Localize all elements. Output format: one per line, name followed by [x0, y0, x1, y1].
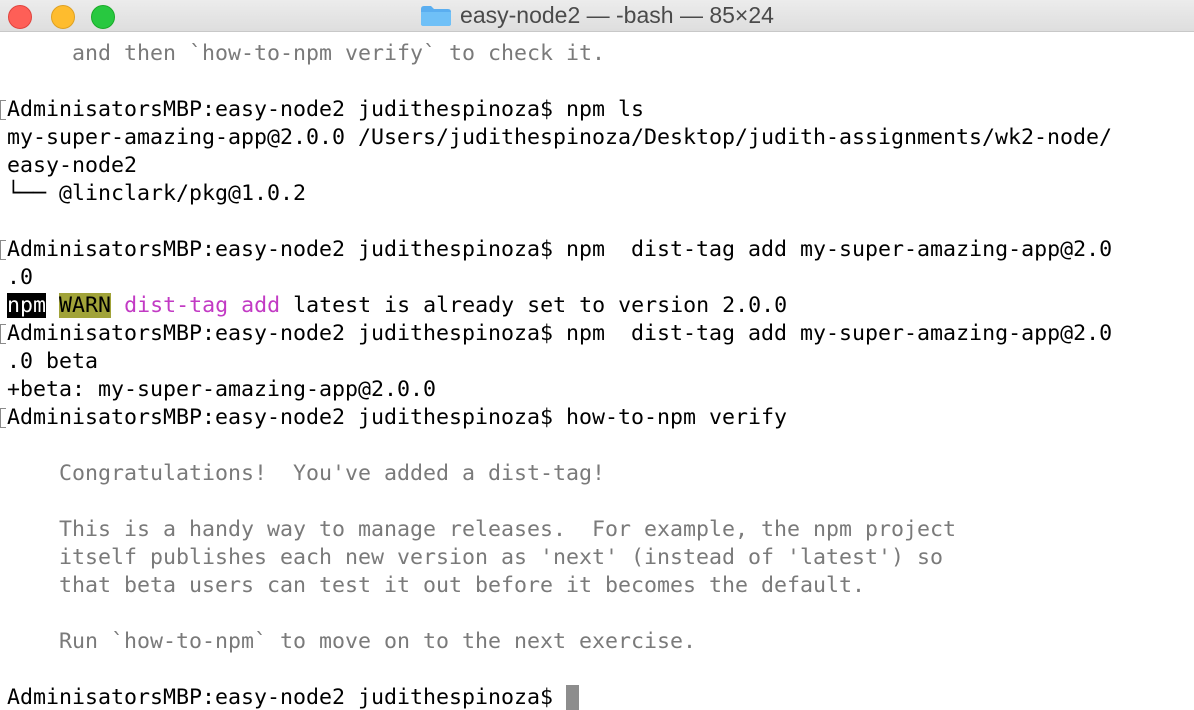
beta-output: +beta: my-super-amazing-app@2.0.0 — [7, 377, 437, 402]
output-line: .0 — [0, 264, 1194, 292]
command-line: AdminisatorsMBP:easy-node2 judithespinoz… — [0, 404, 1194, 432]
command-text: npm dist-tag add my-super-amazing-app@2.… — [566, 321, 1113, 346]
paragraph-text: that beta users can test it out before i… — [7, 573, 866, 598]
output-line: that beta users can test it out before i… — [0, 572, 1194, 600]
output-line: .0 beta — [0, 348, 1194, 376]
minimize-button[interactable] — [51, 5, 75, 29]
prompt: AdminisatorsMBP:easy-node2 judithespinoz… — [7, 97, 554, 122]
prompt-mark — [0, 240, 6, 260]
output-line: +beta: my-super-amazing-app@2.0.0 — [0, 376, 1194, 404]
congrats-text: Congratulations! You've added a dist-tag… — [7, 461, 606, 486]
maximize-button[interactable] — [91, 5, 115, 29]
command-text: npm ls — [566, 97, 645, 122]
warn-message: latest is already set to version 2.0.0 — [293, 293, 788, 318]
command-line: AdminisatorsMBP:easy-node2 judithespinoz… — [0, 320, 1194, 348]
command-wrap: .0 beta — [7, 349, 99, 374]
output-line: └── @linclark/pkg@1.0.2 — [0, 180, 1194, 208]
command-text: npm dist-tag add my-super-amazing-app@2.… — [566, 237, 1113, 262]
window-title-group: easy-node2 — -bash — 85×24 — [420, 2, 774, 29]
prompt: AdminisatorsMBP:easy-node2 judithespinoz… — [7, 405, 554, 430]
next-exercise-text: Run `how-to-npm` to move on to the next … — [7, 629, 697, 654]
paragraph-text: This is a handy way to manage releases. … — [7, 517, 957, 542]
terminal-window: easy-node2 — -bash — 85×24 and then `how… — [0, 0, 1194, 710]
prompt-mark — [0, 100, 6, 120]
output-line: itself publishes each new version as 'ne… — [0, 544, 1194, 572]
command-wrap: .0 — [7, 265, 34, 290]
prompt: AdminisatorsMBP:easy-node2 judithespinoz… — [7, 685, 554, 710]
text-cursor[interactable] — [566, 685, 580, 710]
prompt: AdminisatorsMBP:easy-node2 judithespinoz… — [7, 321, 554, 346]
prompt-mark — [0, 324, 6, 344]
npm-badge: npm — [7, 293, 47, 318]
prompt: AdminisatorsMBP:easy-node2 judithespinoz… — [7, 237, 554, 262]
intro-text: and then `how-to-npm verify` to check it… — [7, 41, 606, 66]
ls-output: easy-node2 — [7, 153, 138, 178]
folder-icon — [421, 5, 452, 26]
output-line: This is a handy way to manage releases. … — [0, 516, 1194, 544]
command-text: how-to-npm verify — [566, 405, 788, 430]
terminal-output[interactable]: and then `how-to-npm verify` to check it… — [0, 40, 1194, 710]
output-line: Congratulations! You've added a dist-tag… — [0, 460, 1194, 488]
output-line: Run `how-to-npm` to move on to the next … — [0, 628, 1194, 656]
warn-badge: WARN — [59, 293, 112, 318]
output-line: and then `how-to-npm verify` to check it… — [0, 40, 1194, 68]
ls-output: my-super-amazing-app@2.0.0 /Users/judith… — [7, 125, 1113, 150]
command-line: AdminisatorsMBP:easy-node2 judithespinoz… — [0, 96, 1194, 124]
window-title: easy-node2 — -bash — 85×24 — [460, 2, 774, 28]
close-button[interactable] — [8, 5, 32, 29]
ls-tree-item: └── @linclark/pkg@1.0.2 — [7, 181, 307, 206]
active-prompt-line[interactable]: AdminisatorsMBP:easy-node2 judithespinoz… — [0, 684, 1194, 710]
output-line: easy-node2 — [0, 152, 1194, 180]
warning-line: npm WARN dist-tag add latest is already … — [0, 292, 1194, 320]
output-line: my-super-amazing-app@2.0.0 /Users/judith… — [0, 124, 1194, 152]
paragraph-text: itself publishes each new version as 'ne… — [7, 545, 944, 570]
warn-command: dist-tag add — [124, 293, 281, 318]
prompt-mark — [0, 408, 6, 428]
command-line: AdminisatorsMBP:easy-node2 judithespinoz… — [0, 236, 1194, 264]
